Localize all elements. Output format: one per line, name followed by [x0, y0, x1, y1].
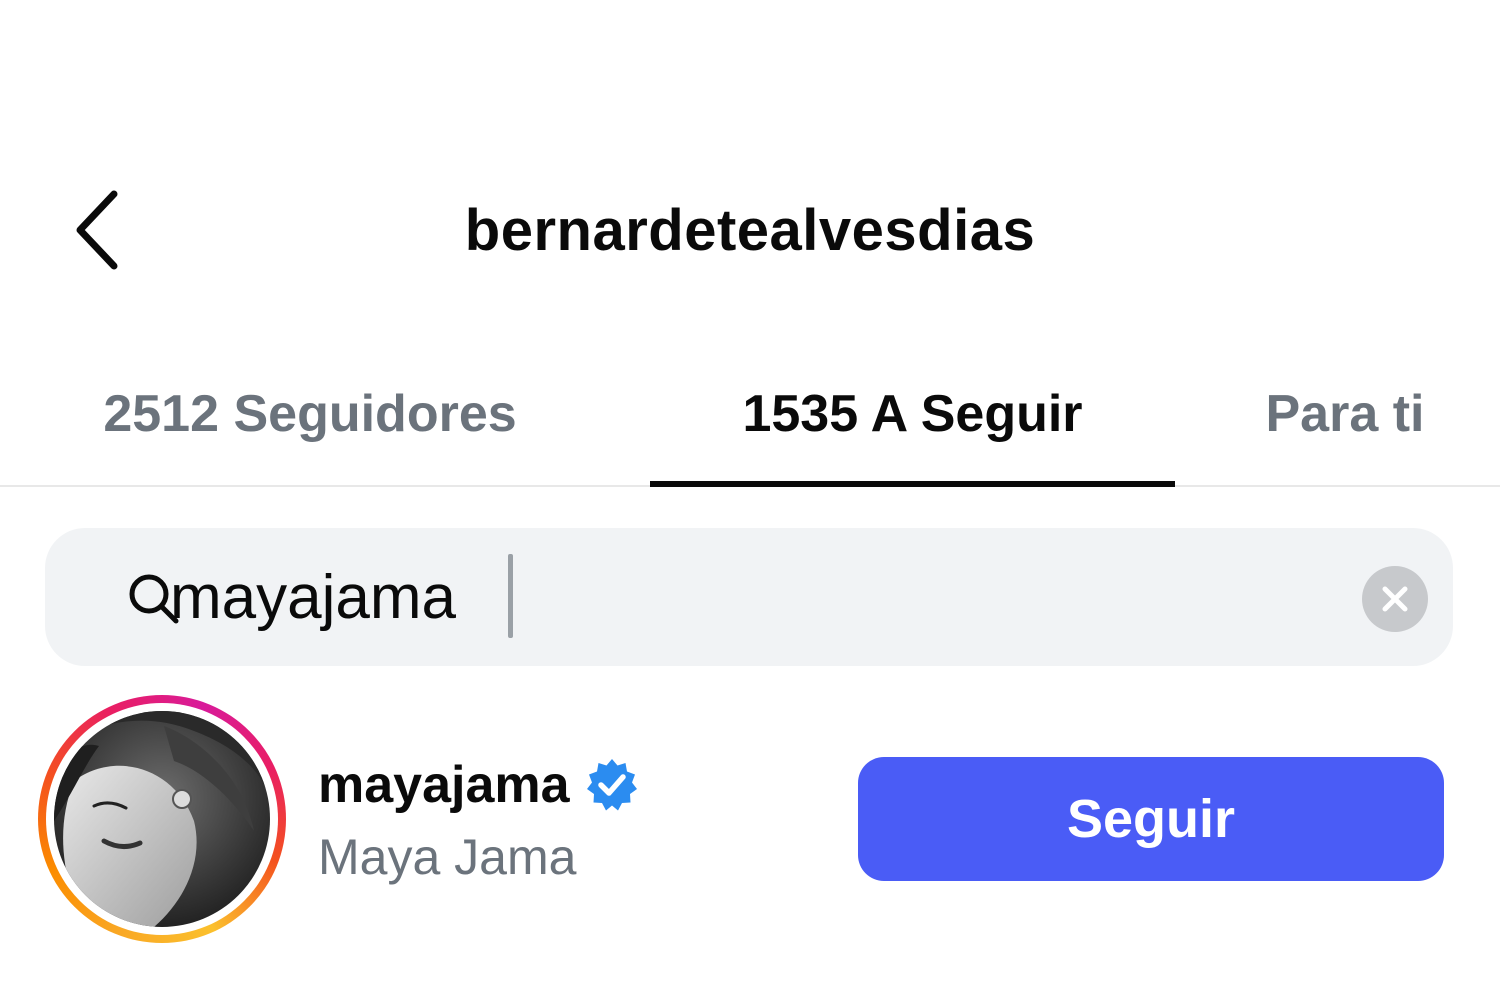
verified-badge-icon	[586, 759, 637, 811]
avatar-photo	[54, 711, 270, 927]
top-bar: bernardetealvesdias	[0, 160, 1500, 300]
back-button[interactable]	[60, 185, 140, 275]
tab-followers[interactable]: 2512 Seguidores	[70, 345, 550, 483]
clear-search-button[interactable]	[1362, 566, 1428, 632]
search-bar	[45, 528, 1453, 666]
clear-icon	[1382, 586, 1408, 612]
full-name: Maya Jama	[318, 829, 577, 885]
follow-button[interactable]: Seguir	[858, 757, 1444, 881]
tab-for-you[interactable]: Para ti	[1230, 345, 1460, 483]
avatar-gap	[46, 703, 278, 935]
chevron-left-icon	[76, 190, 118, 270]
page-title: bernardetealvesdias	[464, 197, 1036, 263]
tab-bar: 2512 Seguidores 1535 A Seguir Para ti	[0, 345, 1500, 487]
user-list-item[interactable]: mayajama Maya Jama Seguir	[0, 690, 1500, 950]
avatar	[54, 711, 270, 927]
username[interactable]: mayajama	[318, 755, 570, 815]
username-line: mayajama	[318, 752, 640, 818]
search-input[interactable]	[170, 550, 1320, 644]
text-caret	[508, 554, 513, 638]
active-tab-indicator	[650, 481, 1175, 487]
tab-following[interactable]: 1535 A Seguir	[650, 345, 1175, 483]
story-ring[interactable]	[38, 695, 286, 943]
